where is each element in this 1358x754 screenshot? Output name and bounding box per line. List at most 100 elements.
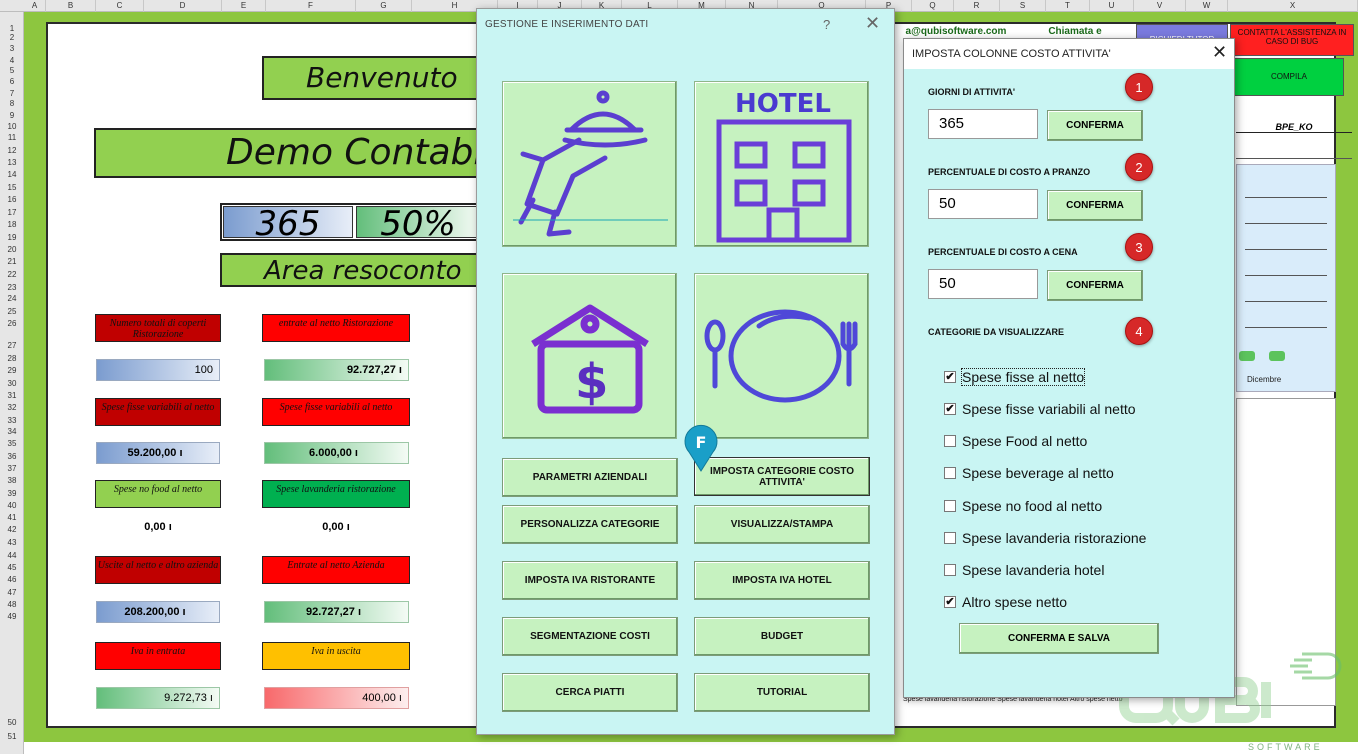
row-header[interactable]: 32	[0, 403, 24, 412]
row-header[interactable]: 12	[0, 146, 24, 155]
days-input[interactable]: 365	[928, 109, 1038, 139]
finance-tile[interactable]: $	[502, 273, 677, 439]
checkbox-box[interactable]	[944, 564, 956, 576]
row-header[interactable]: 50	[0, 718, 24, 727]
checkbox-box[interactable]: ✔	[944, 403, 956, 415]
laundry-value[interactable]: 0,00 ı	[274, 516, 398, 538]
checkbox-other-net[interactable]: ✔ Altro spese netto	[944, 591, 1067, 613]
checkbox-fixed-net[interactable]: ✔ Spese fisse al netto	[944, 366, 1086, 388]
row-header[interactable]: 14	[0, 170, 24, 179]
column-header[interactable]: R	[954, 0, 1000, 12]
row-header[interactable]: 15	[0, 183, 24, 192]
row-header[interactable]: 19	[0, 233, 24, 242]
column-header[interactable]: W	[1186, 0, 1228, 12]
confirm-days-button[interactable]: CONFERMA	[1047, 110, 1143, 141]
settings-titlebar[interactable]: IMPOSTA COLONNE COSTO ATTIVITA' ✕	[904, 39, 1234, 69]
cost-segmentation-button[interactable]: SEGMENTAZIONE COSTI	[502, 617, 678, 656]
column-header[interactable]: C	[96, 0, 144, 12]
fixed-var-1-value[interactable]: 59.200,00 ı	[96, 442, 220, 464]
row-header[interactable]: 41	[0, 513, 24, 522]
customize-categories-button[interactable]: PERSONALIZZA CATEGORIE	[502, 505, 678, 544]
row-header[interactable]: 22	[0, 270, 24, 279]
support-button[interactable]: CONTATTA L'ASSISTENZA IN CASO DI BUG	[1230, 24, 1354, 56]
tutorial-button[interactable]: TUTORIAL	[694, 673, 870, 712]
settings-close-button[interactable]: ✕	[1212, 42, 1227, 63]
row-header[interactable]: 45	[0, 563, 24, 572]
row-header[interactable]: 17	[0, 208, 24, 217]
row-header[interactable]: 20	[0, 245, 24, 254]
row-header[interactable]: 46	[0, 575, 24, 584]
restaurant-tile[interactable]	[502, 81, 677, 247]
lunch-percent-input[interactable]: 50	[928, 189, 1038, 219]
checkbox-box[interactable]	[944, 500, 956, 512]
row-header[interactable]: 10	[0, 122, 24, 131]
row-header[interactable]: 7	[0, 89, 24, 98]
budget-button[interactable]: BUDGET	[694, 617, 870, 656]
vat-out-value[interactable]: 400,00 ı	[264, 687, 409, 709]
checkbox-no-food-net[interactable]: Spese no food al netto	[944, 495, 1102, 517]
checkbox-beverage-net[interactable]: Spese beverage al netto	[944, 462, 1114, 484]
row-header[interactable]: 23	[0, 283, 24, 292]
column-header[interactable]: D	[144, 0, 222, 12]
column-header[interactable]: G	[356, 0, 412, 12]
column-header[interactable]: U	[1090, 0, 1134, 12]
row-header[interactable]: 36	[0, 452, 24, 461]
row-header[interactable]: 31	[0, 391, 24, 400]
row-header[interactable]: 27	[0, 341, 24, 350]
row-header[interactable]: 3	[0, 44, 24, 53]
row-header[interactable]: 51	[0, 732, 24, 741]
checkbox-laundry-restaurant[interactable]: Spese lavanderia ristorazione	[944, 527, 1146, 549]
restaurant-vat-button[interactable]: IMPOSTA IVA RISTORANTE	[502, 561, 678, 600]
in-net-company-value[interactable]: 92.727,27 ı	[264, 601, 409, 623]
checkbox-box[interactable]	[944, 532, 956, 544]
chart-slider-icon[interactable]	[1239, 351, 1255, 361]
column-header[interactable]: E	[222, 0, 266, 12]
row-header[interactable]: 24	[0, 294, 24, 303]
row-header[interactable]: 34	[0, 427, 24, 436]
confirm-save-button[interactable]: CONFERMA E SALVA	[959, 623, 1159, 654]
row-header[interactable]: 47	[0, 588, 24, 597]
confirm-dinner-button[interactable]: CONFERMA	[1047, 270, 1143, 301]
dinner-percent-input[interactable]: 50	[928, 269, 1038, 299]
row-header[interactable]: 5	[0, 66, 24, 75]
close-button[interactable]: ✕	[865, 13, 880, 34]
fixed-var-2-value[interactable]: 6.000,00 ı	[264, 442, 409, 464]
row-header[interactable]: 44	[0, 551, 24, 560]
row-header[interactable]: 11	[0, 133, 24, 142]
hotel-tile[interactable]: HOTEL	[694, 81, 869, 247]
row-header[interactable]: 21	[0, 257, 24, 266]
row-header[interactable]: 16	[0, 195, 24, 204]
row-header[interactable]: 2	[0, 33, 24, 42]
column-header[interactable]: F	[266, 0, 356, 12]
row-header[interactable]: 43	[0, 538, 24, 547]
row-header[interactable]: 49	[0, 612, 24, 621]
confirm-lunch-button[interactable]: CONFERMA	[1047, 190, 1143, 221]
checkbox-box[interactable]	[944, 467, 956, 479]
search-dishes-button[interactable]: CERCA PIATTI	[502, 673, 678, 712]
column-header[interactable]: T	[1046, 0, 1090, 12]
vat-in-value[interactable]: 9.272,73 ı	[96, 687, 220, 709]
row-header[interactable]: 4	[0, 56, 24, 65]
checkbox-food-net[interactable]: Spese Food al netto	[944, 430, 1087, 452]
checkbox-fixed-variable-net[interactable]: ✔ Spese fisse variabili al netto	[944, 398, 1136, 420]
row-header[interactable]: 25	[0, 307, 24, 316]
chart-slider-icon[interactable]	[1269, 351, 1285, 361]
row-header[interactable]: 8	[0, 99, 24, 108]
row-header[interactable]: 37	[0, 464, 24, 473]
covers-value[interactable]: 100	[96, 359, 220, 381]
out-net-company-value[interactable]: 208.200,00 ı	[96, 601, 220, 623]
help-button[interactable]: ?	[823, 17, 830, 32]
column-header[interactable]: Q	[912, 0, 954, 12]
company-params-button[interactable]: PARAMETRI AZIENDALI	[502, 458, 678, 497]
row-header[interactable]: 1	[0, 24, 24, 33]
checkbox-laundry-hotel[interactable]: Spese lavanderia hotel	[944, 559, 1104, 581]
view-print-button[interactable]: VISUALIZZA/STAMPA	[694, 505, 870, 544]
row-header[interactable]: 28	[0, 354, 24, 363]
row-header[interactable]: 33	[0, 416, 24, 425]
checkbox-box[interactable]: ✔	[944, 596, 956, 608]
income-net-rest-value[interactable]: 92.727,27 ı	[264, 359, 409, 381]
no-food-value[interactable]: 0,00 ı	[96, 516, 220, 538]
column-header[interactable]: S	[1000, 0, 1046, 12]
row-header[interactable]: 6	[0, 77, 24, 86]
checkbox-box[interactable]	[944, 435, 956, 447]
